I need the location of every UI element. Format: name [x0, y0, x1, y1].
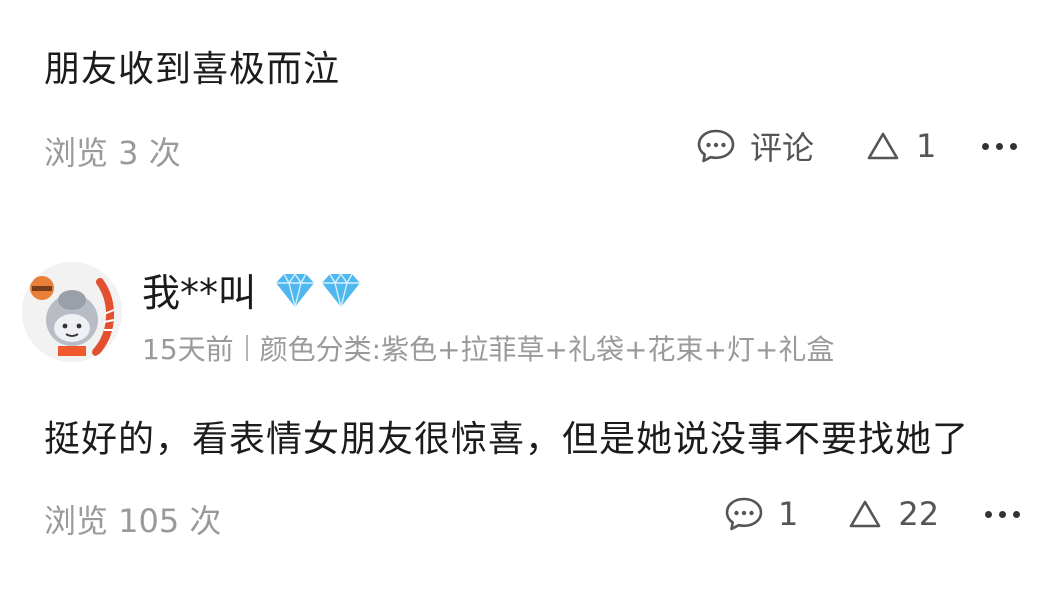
- like-count: 22: [898, 495, 940, 533]
- more-button[interactable]: [985, 510, 1021, 518]
- view-count: 浏览 3 次: [44, 134, 181, 172]
- like-triangle-icon: [866, 131, 900, 161]
- view-count: 浏览 105 次: [44, 502, 222, 540]
- review-actions: 评论 1: [696, 122, 1018, 170]
- comment-button[interactable]: 1: [724, 495, 798, 533]
- divider: [245, 335, 248, 361]
- sku-variant: 颜色分类:紫色+拉菲草+礼袋+花束+灯+礼盒: [259, 333, 835, 366]
- review-text: 挺好的，看表情女朋友很惊喜，但是她说没事不要找她了: [44, 419, 970, 460]
- user-header: 我**叫: [142, 262, 364, 317]
- avatar[interactable]: [22, 262, 122, 362]
- comment-label: 评论: [750, 129, 815, 167]
- like-triangle-icon: [848, 499, 882, 529]
- review-text: 朋友收到喜极而泣: [44, 49, 341, 90]
- like-button[interactable]: 22: [848, 495, 939, 533]
- more-icon: [985, 510, 1021, 518]
- review-actions: 1 22: [724, 490, 1021, 538]
- review-meta: 15天前 颜色分类:紫色+拉菲草+礼袋+花束+灯+礼盒: [142, 328, 834, 368]
- username: 我**叫: [142, 271, 257, 315]
- comment-count: 1: [778, 495, 799, 533]
- diamond-badge-icon: [272, 270, 364, 310]
- review-date: 15天前: [142, 333, 234, 366]
- more-icon: [982, 142, 1018, 150]
- like-button[interactable]: 1: [866, 127, 936, 165]
- comment-icon: [696, 128, 736, 164]
- comment-button[interactable]: 评论: [696, 123, 814, 169]
- more-button[interactable]: [982, 142, 1018, 150]
- comment-icon: [724, 496, 764, 532]
- like-count: 1: [916, 127, 937, 165]
